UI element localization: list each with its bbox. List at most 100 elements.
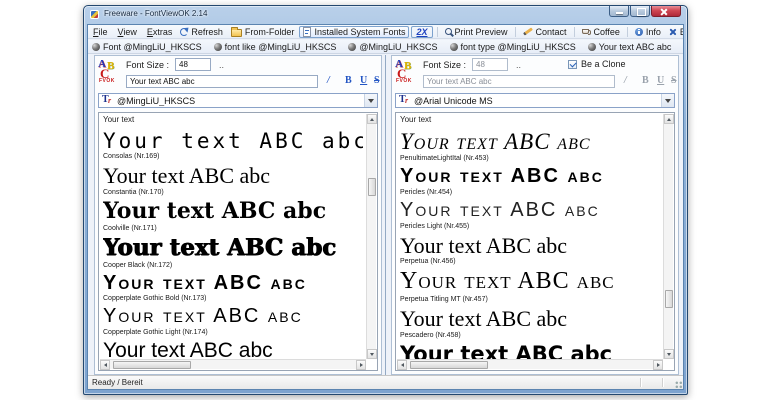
caption-buttons — [608, 6, 681, 17]
font-sample: Your text ABC abc — [103, 272, 307, 294]
underline-button[interactable]: U — [360, 75, 367, 86]
dropdown-arrow-button[interactable] — [661, 94, 674, 107]
italic-button[interactable]: / — [624, 75, 627, 86]
chevron-down-icon — [368, 98, 374, 103]
horizontal-scroll-thumb[interactable] — [113, 361, 191, 369]
horizontal-scrollbar[interactable] — [100, 359, 366, 370]
bold-button[interactable]: B — [642, 75, 649, 86]
scroll-up-button[interactable] — [367, 114, 377, 124]
strikethrough-button[interactable]: S — [671, 75, 677, 86]
scroll-left-button[interactable] — [397, 360, 407, 370]
minimize-button[interactable] — [609, 6, 629, 17]
two-x-button[interactable]: 2X — [411, 25, 433, 38]
quick-item-font-name[interactable]: @MingLiU_HKSCS — [348, 42, 438, 52]
quick-item-font[interactable]: Font @MingLiU_HKSCS — [92, 42, 202, 52]
fontviewok-logo: A B C FVOK — [395, 58, 412, 84]
font-preview-item: Your text ABC abc Cooper Black (Nr.172) — [100, 234, 366, 271]
font-size-more[interactable]: .. — [219, 60, 224, 70]
strikethrough-button[interactable]: S — [374, 75, 380, 86]
toolbar-separator — [573, 26, 575, 37]
from-folder-button[interactable]: From-Folder — [228, 26, 298, 38]
font-preview-item: Your text — [100, 114, 366, 128]
scroll-down-button[interactable] — [664, 349, 674, 359]
underline-button[interactable]: U — [657, 75, 664, 86]
vertical-scroll-thumb[interactable] — [368, 178, 376, 196]
exit-button[interactable]: Exit — [666, 26, 683, 38]
sample-text-input[interactable] — [126, 75, 318, 88]
clone-checkbox[interactable] — [568, 59, 577, 69]
font-name-label: Cooper Black (Nr.172) — [103, 261, 173, 269]
font-preview-item: Your text ABC abc Pericles (Nr.454) — [397, 164, 663, 198]
font-size-label: Font Size : — [423, 60, 467, 70]
horizontal-scroll-thumb[interactable] — [410, 361, 488, 369]
menu-view[interactable]: View — [113, 27, 142, 37]
scroll-right-button[interactable] — [356, 360, 366, 370]
sphere-icon — [213, 42, 222, 51]
italic-button[interactable]: / — [327, 75, 330, 86]
arrow-down-icon — [667, 352, 671, 356]
coffee-button[interactable]: Coffee — [579, 26, 623, 38]
fontviewok-logo: A B C FVOK — [98, 58, 115, 84]
maximize-button[interactable] — [630, 6, 650, 17]
sphere-icon — [587, 42, 596, 51]
font-sample: Your text — [400, 116, 432, 124]
vertical-scrollbar[interactable] — [366, 114, 377, 359]
be-a-clone-option[interactable]: Be a Clone — [568, 59, 626, 69]
font-preview-item: Your text ABC abc Constantia (Nr.170) — [100, 162, 366, 198]
selected-font: @MingLiU_HKSCS — [117, 95, 196, 106]
installed-system-fonts-button[interactable]: Installed System Fonts — [299, 25, 410, 38]
selected-font: @Arial Unicode MS — [414, 95, 493, 106]
info-icon — [634, 27, 643, 36]
menu-extras[interactable]: Extras — [142, 27, 178, 37]
sphere-icon — [348, 42, 357, 51]
bold-button[interactable]: B — [345, 75, 352, 86]
app-window: Freeware - FontViewOK 2.14 File View Ext… — [83, 5, 688, 395]
vertical-scrollbar[interactable] — [663, 114, 674, 359]
font-name-label: Coolville (Nr.171) — [103, 224, 157, 232]
scroll-up-button[interactable] — [664, 114, 674, 124]
pane-splitter[interactable] — [385, 55, 386, 375]
menu-file[interactable]: File — [88, 27, 113, 37]
quick-item-font-type[interactable]: font type @MingLiU_HKSCS — [449, 42, 576, 52]
font-preview-item: Your text ABC abcPhrasticMedium (Nr.459) — [397, 341, 663, 359]
main-toolbar: Refresh From-Folder Installed System Fon… — [177, 25, 683, 38]
close-button[interactable] — [651, 6, 681, 17]
font-preview-item: Your text ABC abc Coolville (Nr.171) — [100, 198, 366, 234]
dropdown-arrow-button[interactable] — [364, 94, 377, 107]
font-preview-item: Your text — [397, 114, 663, 128]
status-bar: Ready / Bereit — [88, 375, 683, 389]
horizontal-scrollbar[interactable] — [397, 359, 663, 370]
font-select-dropdown[interactable]: @Arial Unicode MS — [395, 93, 675, 108]
refresh-button[interactable]: Refresh — [177, 26, 226, 38]
font-sample: Your text ABC abc — [400, 307, 568, 332]
left-font-pane: A B C FVOK Font Size : .. / B U S @MingL… — [94, 55, 382, 375]
scroll-down-button[interactable] — [367, 349, 377, 359]
sample-text-input[interactable] — [423, 75, 615, 88]
sphere-icon — [449, 42, 458, 51]
font-select-dropdown[interactable]: @MingLiU_HKSCS — [98, 93, 378, 108]
desktop: Freeware - FontViewOK 2.14 File View Ext… — [0, 0, 770, 400]
resize-grip[interactable] — [674, 380, 682, 388]
font-size-more[interactable]: .. — [516, 60, 521, 70]
arrow-right-icon — [656, 363, 660, 367]
status-text: Ready / Bereit — [92, 378, 143, 387]
font-preview-item: Your text ABC abc Consolas (Nr.169) — [100, 128, 366, 163]
contact-button[interactable]: Contact — [520, 26, 570, 38]
font-preview-item: Your text ABC abc Pescadero (Nr.458) — [397, 305, 663, 341]
font-size-input[interactable] — [472, 58, 508, 71]
font-sample: Your text ABC abc — [103, 129, 363, 153]
print-preview-button[interactable]: Print Preview — [442, 26, 511, 38]
toolbar-separator — [436, 26, 438, 37]
font-type-icon — [399, 94, 410, 106]
font-size-input[interactable] — [175, 58, 211, 71]
app-icon — [90, 10, 99, 19]
quick-item-font-like[interactable]: font like @MingLiU_HKSCS — [213, 42, 336, 52]
info-button[interactable]: Info — [632, 26, 664, 38]
toolbar-separator — [626, 26, 628, 37]
font-preview-item: Your text ABC abc Copperplate Gothic Bold… — [100, 271, 366, 305]
scroll-right-button[interactable] — [653, 360, 663, 370]
scroll-left-button[interactable] — [100, 360, 110, 370]
font-name-label: Constantia (Nr.170) — [103, 189, 164, 197]
quick-item-sample-text[interactable]: Your text ABC abc — [587, 42, 671, 52]
vertical-scroll-thumb[interactable] — [665, 290, 673, 308]
